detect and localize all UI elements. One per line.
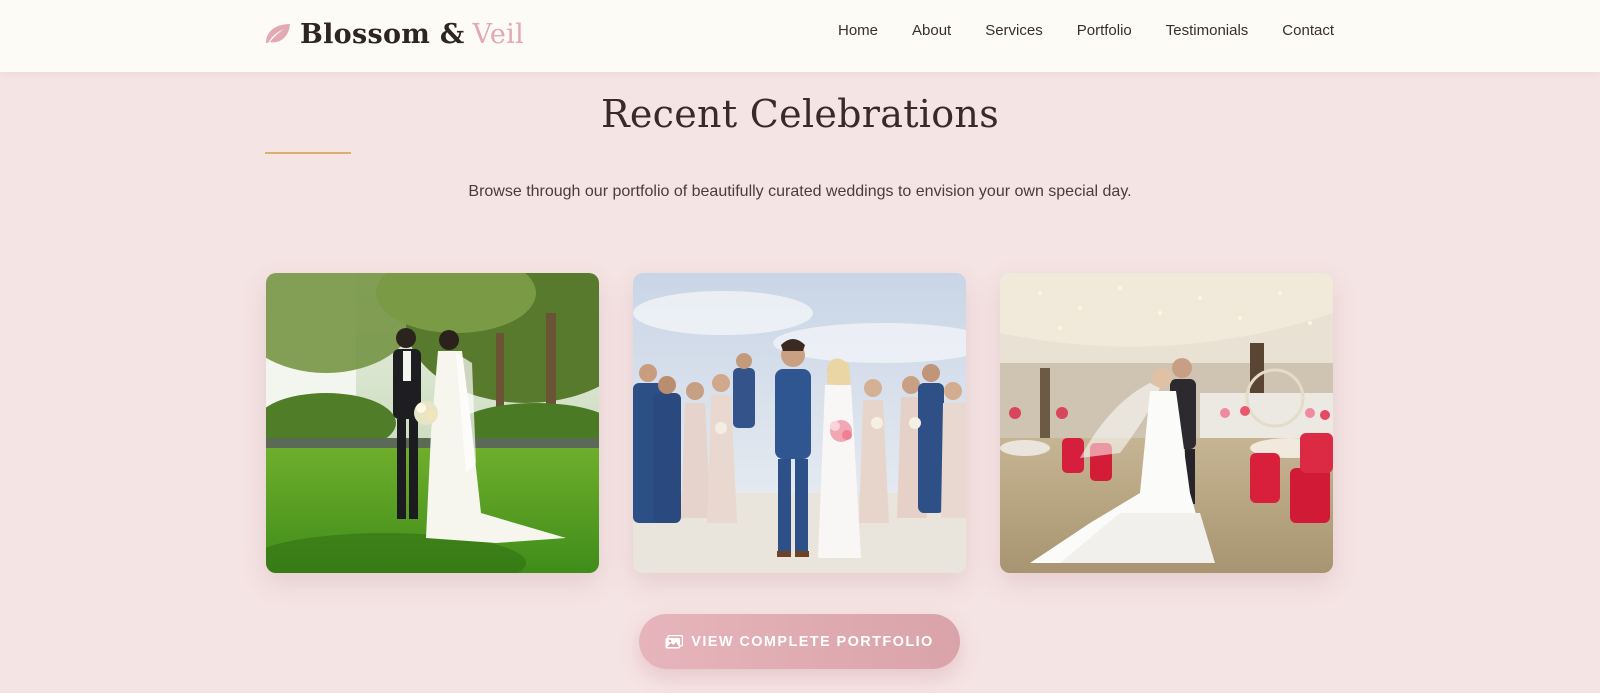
leaf-icon xyxy=(264,21,292,47)
beach-wedding-party-photo[interactable] xyxy=(633,273,966,573)
ballroom-wedding-photo[interactable] xyxy=(1000,273,1333,573)
nav-home[interactable]: Home xyxy=(838,22,878,39)
main-nav: Home About Services Portfolio Testimonia… xyxy=(838,22,1334,39)
nav-about[interactable]: About xyxy=(912,22,951,39)
nav-services[interactable]: Services xyxy=(985,22,1043,39)
title-divider xyxy=(265,152,351,154)
brand-name: Blossom & xyxy=(300,18,465,50)
section-title: Recent Celebrations xyxy=(600,92,1000,136)
section-subtitle: Browse through our portfolio of beautifu… xyxy=(468,183,1132,200)
view-portfolio-button[interactable]: VIEW COMPLETE PORTFOLIO xyxy=(639,614,960,669)
brand-name-accent: Veil xyxy=(472,18,525,50)
brand-logo[interactable]: Blossom & Veil xyxy=(264,14,524,54)
portfolio-gallery xyxy=(266,273,1334,573)
nav-contact[interactable]: Contact xyxy=(1282,22,1334,39)
navbar: Blossom & Veil Home About Services Portfo… xyxy=(0,0,1600,72)
images-icon xyxy=(665,634,684,649)
view-portfolio-label: VIEW COMPLETE PORTFOLIO xyxy=(691,633,934,650)
nav-testimonials[interactable]: Testimonials xyxy=(1166,22,1249,39)
garden-wedding-photo[interactable] xyxy=(266,273,599,573)
nav-portfolio[interactable]: Portfolio xyxy=(1077,22,1132,39)
